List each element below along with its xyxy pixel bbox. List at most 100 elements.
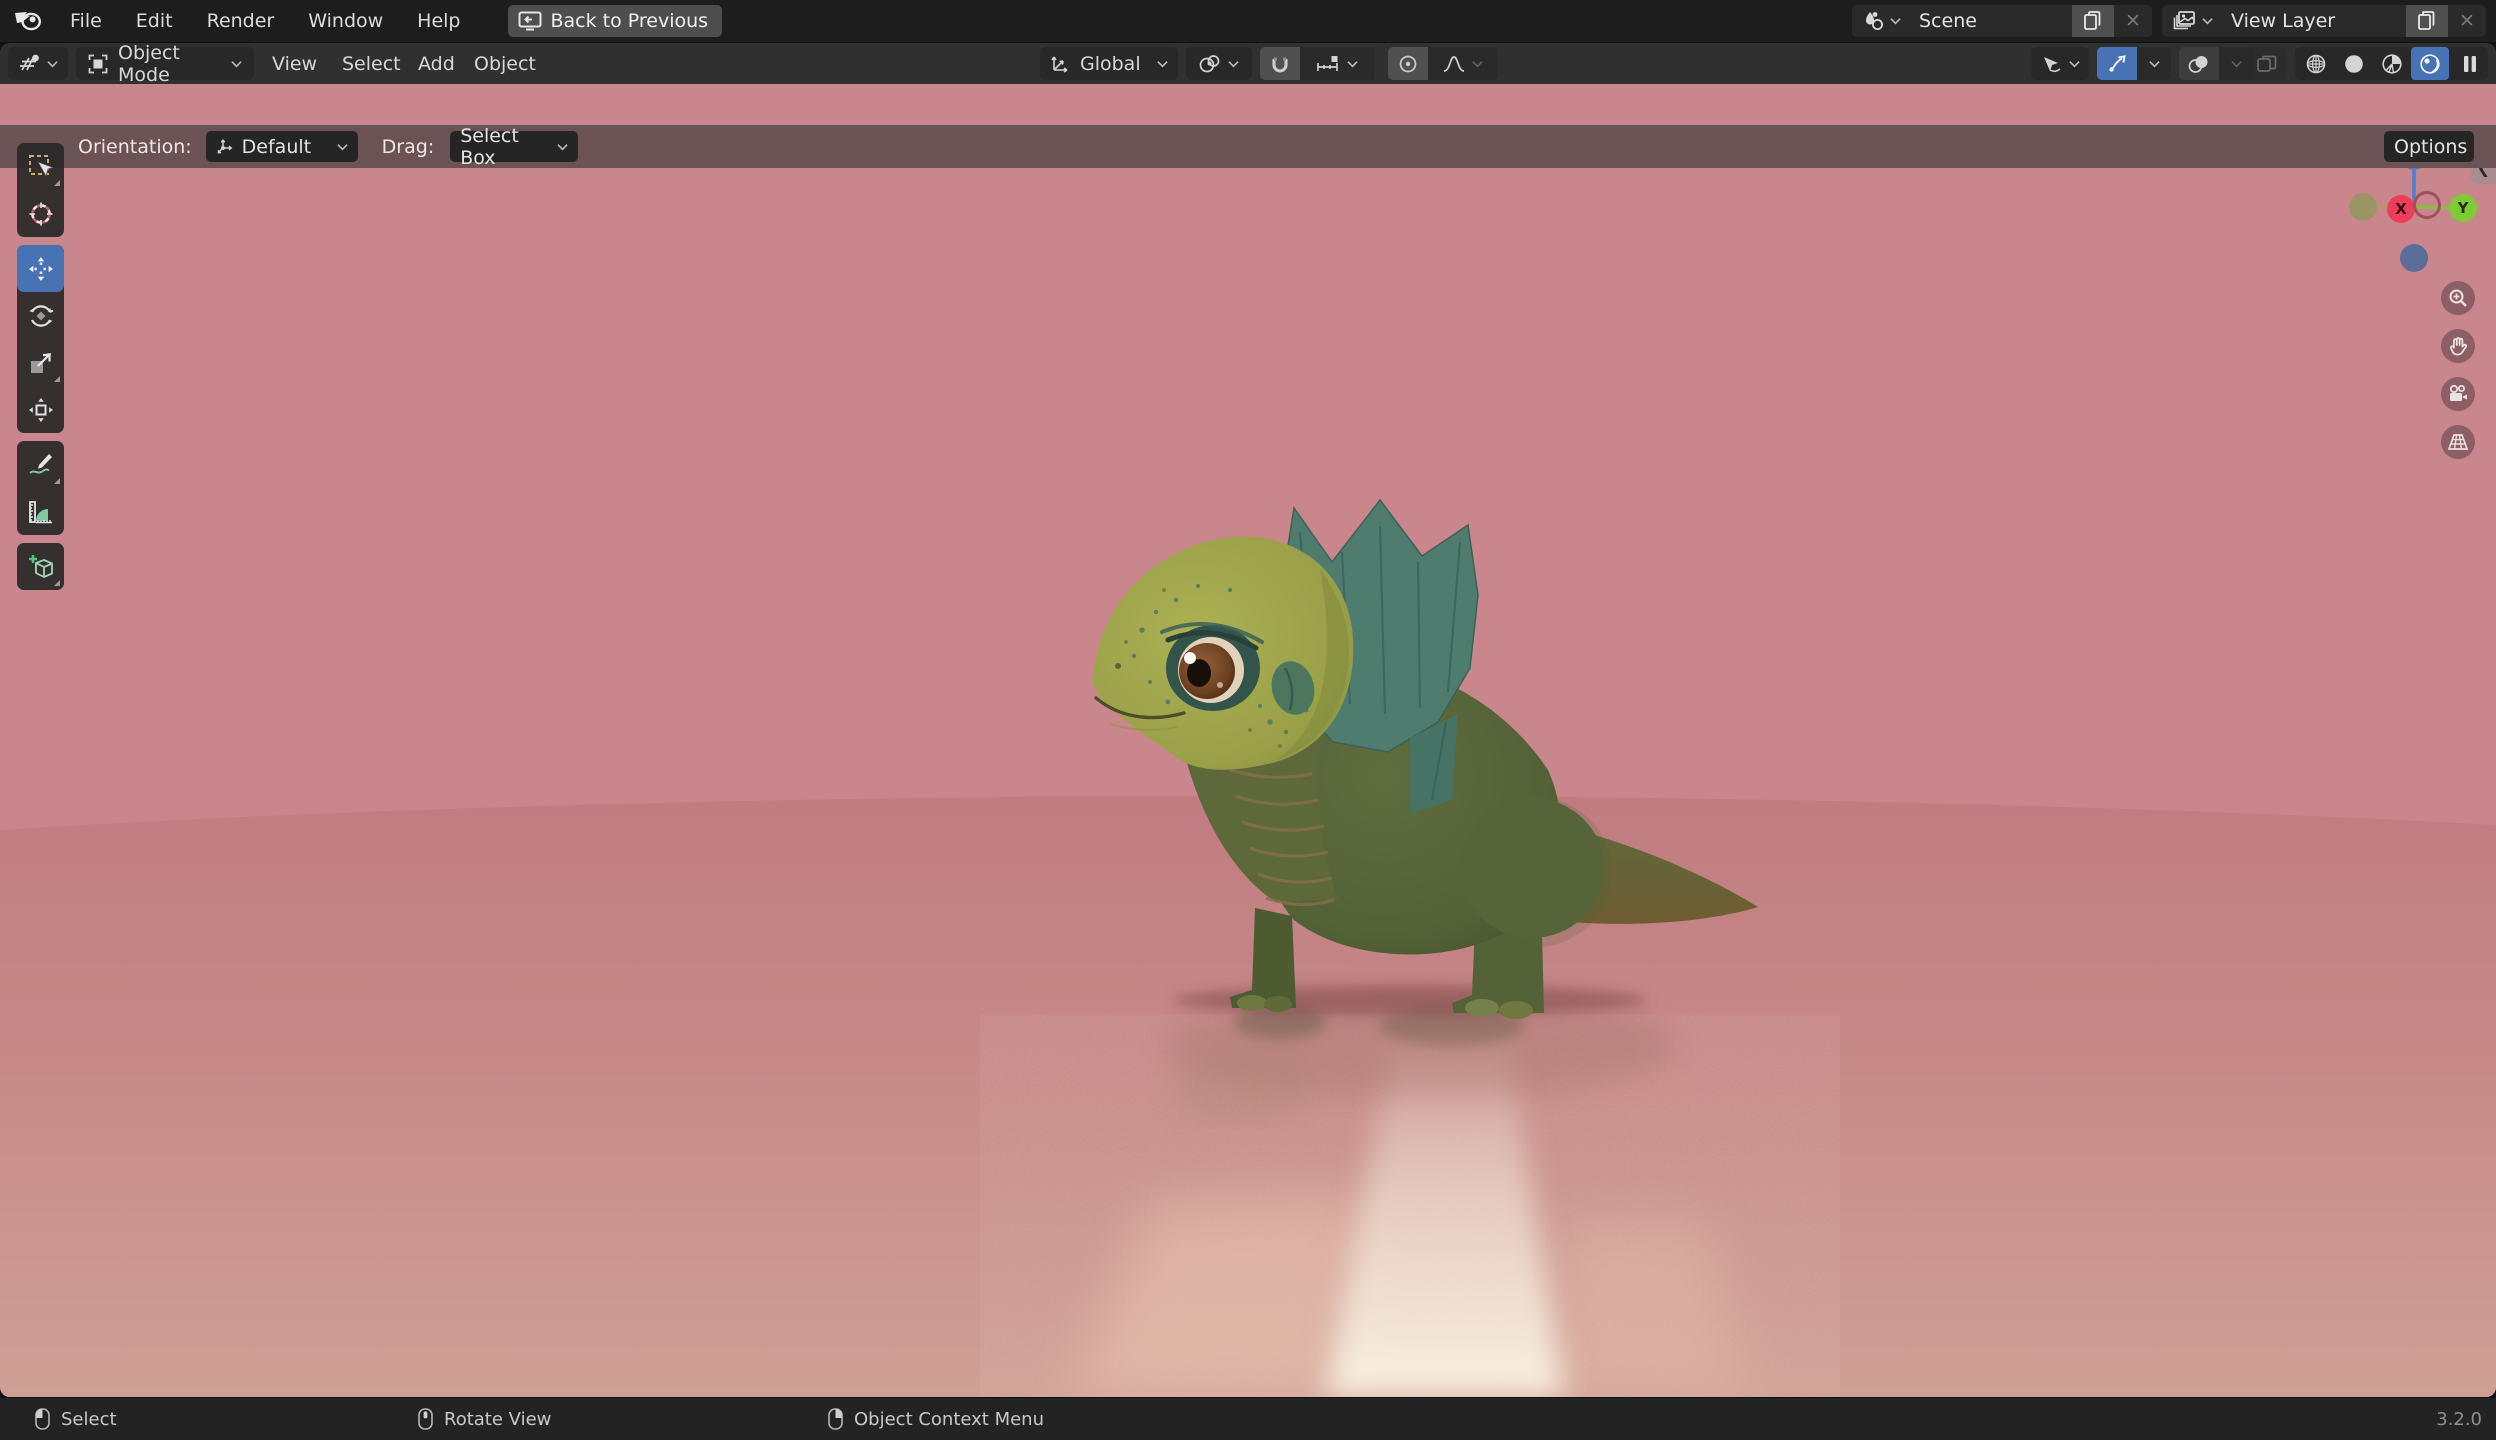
xray-icon	[2257, 55, 2277, 72]
material-preview-sphere-icon	[2382, 53, 2402, 74]
gizmo-axis-y-negative[interactable]	[2349, 193, 2377, 221]
back-screen-icon	[518, 11, 542, 31]
scene-name[interactable]: Scene	[1909, 10, 2072, 32]
dino-head	[1092, 536, 1354, 770]
header-pause-button[interactable]	[2452, 47, 2488, 80]
move-icon	[28, 256, 53, 281]
mouse-middle-button-icon	[418, 1408, 433, 1430]
zoom-button[interactable]	[2441, 281, 2475, 315]
dinosaur-object[interactable]	[1080, 470, 1780, 1130]
status-bar: Select Rotate View Object Context Menu 3…	[0, 1398, 2496, 1440]
gizmos-settings-dropdown[interactable]	[2137, 47, 2171, 80]
pan-button[interactable]	[2441, 329, 2475, 363]
hint-label: Rotate View	[444, 1408, 552, 1430]
orientation-label: Orientation:	[78, 135, 192, 158]
mode-selector[interactable]: Object Mode	[76, 43, 254, 86]
overlays-icon	[2188, 55, 2208, 73]
view-layer-icon[interactable]	[2162, 5, 2221, 37]
chevron-down-icon	[1890, 18, 1901, 25]
tool-scale[interactable]	[17, 339, 64, 386]
tool-rotate[interactable]	[17, 292, 64, 339]
close-icon: ✕	[2459, 10, 2475, 32]
proportional-editing-toggle[interactable]	[1388, 47, 1428, 80]
gizmo-arrow-icon	[2108, 54, 2126, 72]
gizmo-axis-y[interactable]: Y	[2449, 194, 2477, 222]
show-overlays-toggle[interactable]	[2179, 47, 2219, 80]
selectability-visibility-dropdown[interactable]	[2031, 47, 2089, 80]
add-cube-icon	[28, 554, 53, 578]
gizmo-axis-z-negative[interactable]	[2400, 244, 2428, 272]
close-icon: ✕	[2125, 10, 2141, 32]
blender-version: 3.2.0	[2436, 1408, 2482, 1430]
view-layer-name[interactable]: View Layer	[2221, 10, 2406, 32]
snap-settings-dropdown[interactable]	[1300, 47, 1374, 80]
gizmo-axis-x-negative[interactable]	[2413, 191, 2441, 219]
measure-icon	[28, 500, 52, 523]
xray-toggle[interactable]	[2247, 47, 2287, 80]
drag-label: Drag:	[381, 135, 435, 158]
tool-select-box[interactable]	[17, 143, 64, 190]
shading-wireframe-button[interactable]	[2297, 47, 2335, 80]
unlink-scene-button[interactable]: ✕	[2114, 5, 2152, 37]
back-to-previous-button[interactable]: Back to Previous	[507, 5, 723, 37]
shading-solid-button[interactable]	[2335, 47, 2373, 80]
pan-hand-icon	[2450, 337, 2468, 356]
new-view-layer-button[interactable]	[2406, 5, 2448, 37]
menu-file[interactable]: File	[53, 0, 119, 42]
menu-view[interactable]: View	[272, 43, 317, 84]
tool-add-cube[interactable]	[17, 543, 64, 590]
mouse-left-button-icon	[35, 1408, 50, 1430]
menu-help[interactable]: Help	[400, 0, 477, 42]
new-scene-button[interactable]	[2072, 5, 2114, 37]
menu-render[interactable]: Render	[190, 0, 292, 42]
hint-select: Select	[35, 1408, 117, 1430]
snap-toggle[interactable]	[1260, 47, 1300, 80]
tool-measure[interactable]	[17, 488, 64, 535]
orientation-dropdown[interactable]: Default	[205, 131, 358, 162]
pivot-point-dropdown[interactable]	[1186, 47, 1252, 80]
shading-material-button[interactable]	[2373, 47, 2411, 80]
pivot-point-icon	[1199, 54, 1220, 72]
viewport-header: Object Mode View Select Add Object Globa…	[0, 43, 2496, 86]
show-gizmos-toggle[interactable]	[2097, 47, 2137, 80]
transform-orientation-dropdown[interactable]: Global	[1040, 47, 1178, 80]
options-dropdown[interactable]: Options	[2384, 131, 2474, 162]
topbar: File Edit Render Window Help Back to Pre…	[0, 0, 2496, 42]
chevron-down-icon	[337, 143, 348, 150]
menu-select[interactable]: Select	[342, 43, 401, 84]
menu-edit[interactable]: Edit	[119, 0, 190, 42]
view-layer-selector[interactable]: View Layer ✕	[2162, 5, 2486, 37]
tool-move[interactable]	[17, 245, 64, 292]
falloff-curve-icon	[1443, 55, 1465, 72]
snap-increment-icon	[1317, 55, 1338, 71]
orientation-value: Default	[241, 135, 312, 158]
tool-transform[interactable]	[17, 386, 64, 433]
perspective-toggle-button[interactable]	[2441, 425, 2475, 459]
rotate-icon	[29, 304, 53, 327]
remove-view-layer-button[interactable]: ✕	[2448, 5, 2486, 37]
wireframe-sphere-icon	[2306, 54, 2326, 73]
gizmo-axis-x[interactable]: X	[2387, 195, 2415, 223]
tool-cursor[interactable]	[17, 190, 64, 237]
zoom-icon	[2449, 289, 2467, 307]
menu-object[interactable]: Object	[474, 43, 536, 84]
snapping-group	[1260, 47, 1374, 80]
camera-view-button[interactable]	[2441, 377, 2475, 411]
editor-type-selector[interactable]	[8, 47, 68, 80]
tool-annotate[interactable]	[17, 441, 64, 488]
object-mode-icon	[88, 54, 108, 73]
select-cursor-icon	[2043, 56, 2060, 72]
viewport-canvas[interactable]: Z X Y	[0, 84, 2496, 1397]
chevron-down-icon	[2068, 60, 2080, 67]
drag-mode-dropdown[interactable]: Select Box	[450, 125, 579, 169]
proportional-falloff-dropdown[interactable]	[1428, 47, 1498, 80]
annotate-pen-icon	[28, 453, 52, 474]
scene-selector[interactable]: Scene ✕	[1852, 5, 2152, 37]
pause-icon	[2464, 55, 2476, 72]
shading-rendered-button[interactable]	[2411, 47, 2449, 80]
menu-add[interactable]: Add	[418, 43, 455, 84]
blender-logo-icon[interactable]	[0, 10, 53, 32]
scene-icon[interactable]	[1852, 5, 1909, 37]
menu-window[interactable]: Window	[291, 0, 400, 42]
select-box-icon	[28, 154, 54, 177]
